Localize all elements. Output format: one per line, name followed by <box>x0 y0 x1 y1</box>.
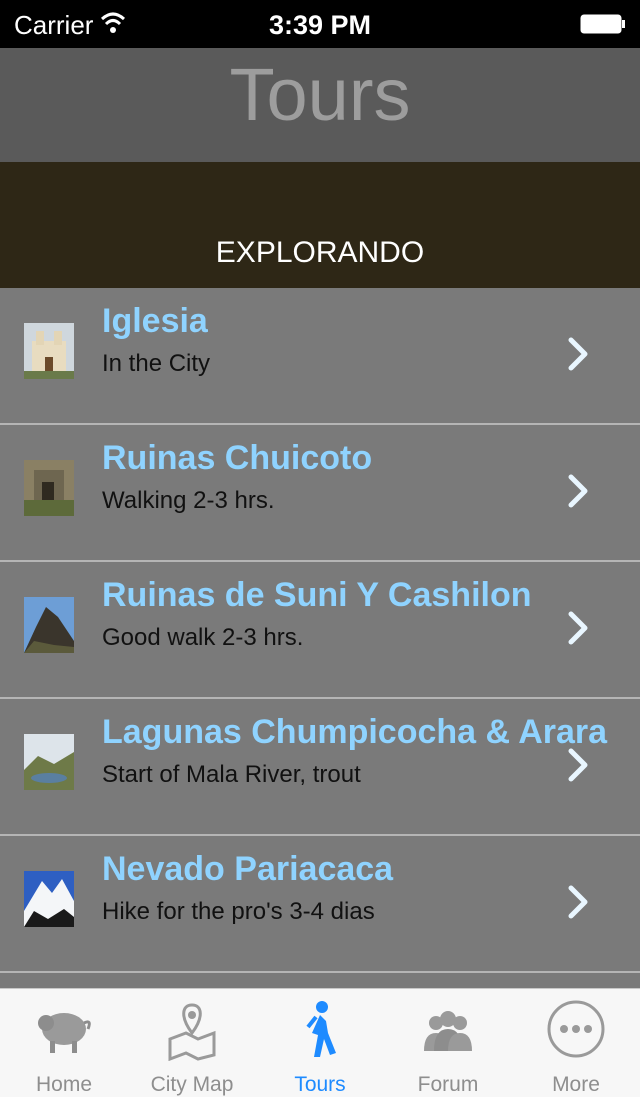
navigation-bar: Tours <box>0 48 640 162</box>
tour-subtitle: Hike for the pro's 3-4 dias <box>102 898 375 925</box>
tab-home[interactable]: Home <box>0 989 128 1097</box>
tour-row-ruinas-suni[interactable]: Ruinas de Suni Y Cashilon Good walk 2-3 … <box>0 562 640 699</box>
tab-city-map[interactable]: City Map <box>128 989 256 1097</box>
tour-subtitle: Walking 2-3 hrs. <box>102 487 275 514</box>
tour-title: Iglesia <box>102 302 208 340</box>
clock: 3:39 PM <box>268 10 372 40</box>
tab-label: Forum <box>417 1073 479 1096</box>
battery-icon <box>580 14 625 34</box>
people-icon <box>424 1011 472 1051</box>
tab-label: Tours <box>294 1073 346 1096</box>
tour-title: Lagunas Chumpicocha & Arara <box>102 713 608 751</box>
status-bar: Carrier 3:39 PM <box>0 0 640 48</box>
tour-title: Nevado Pariacaca <box>102 850 394 888</box>
tab-tours[interactable]: Tours <box>256 989 384 1097</box>
tour-title: Ruinas de Suni Y Cashilon <box>102 576 532 614</box>
chevron-right-icon <box>568 748 588 782</box>
lagoon-thumbnail <box>24 734 74 790</box>
chevron-right-icon <box>568 337 588 371</box>
map-pin-icon <box>168 1003 216 1061</box>
tour-subtitle: Good walk 2-3 hrs. <box>102 624 304 651</box>
tab-bar: Home City Map Tours Forum More <box>0 988 640 1097</box>
tour-row-iglesia[interactable]: Iglesia In the City <box>0 288 640 425</box>
tour-subtitle: Start of Mala River, trout <box>102 761 361 788</box>
snow-mountain-thumbnail <box>24 871 74 927</box>
tour-subtitle: In the City <box>102 350 211 377</box>
banner: EXPLORANDO <box>0 162 640 288</box>
page-title: Tours <box>229 53 411 136</box>
chevron-right-icon <box>568 474 588 508</box>
tab-label: City Map <box>150 1073 234 1096</box>
banner-text: EXPLORANDO <box>215 236 425 269</box>
pig-icon <box>38 1013 91 1053</box>
hiker-icon <box>306 1001 336 1057</box>
tour-row-lagunas[interactable]: Lagunas Chumpicocha & Arara Start of Mal… <box>0 699 640 836</box>
tab-forum[interactable]: Forum <box>384 989 512 1097</box>
tour-title: Ruinas Chuicoto <box>102 439 373 477</box>
rock-peak-thumbnail <box>24 597 74 653</box>
chevron-right-icon <box>568 885 588 919</box>
church-thumbnail <box>24 323 74 379</box>
tour-row-nevado-pariacaca[interactable]: Nevado Pariacaca Hike for the pro's 3-4 … <box>0 836 640 973</box>
tab-more[interactable]: More <box>512 989 640 1097</box>
tab-label: Home <box>35 1073 93 1096</box>
chevron-right-icon <box>568 611 588 645</box>
tab-label: More <box>552 1073 600 1096</box>
tour-row-ruinas-chuicoto[interactable]: Ruinas Chuicoto Walking 2-3 hrs. <box>0 425 640 562</box>
more-icon <box>547 1000 605 1058</box>
ruins-thumbnail <box>24 460 74 516</box>
tour-list: Iglesia In the City Ruinas Chuicoto Walk… <box>0 288 640 988</box>
